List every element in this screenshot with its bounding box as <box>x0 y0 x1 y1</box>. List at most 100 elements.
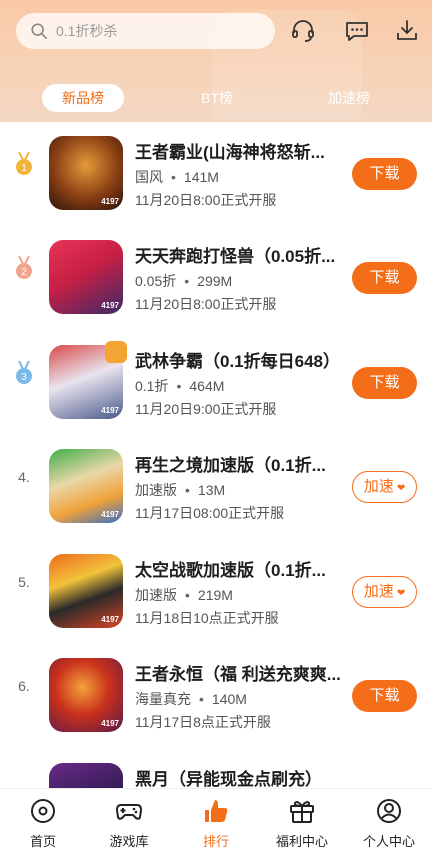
thumbnail-badge: 4197 <box>101 615 119 624</box>
download-button[interactable]: 下载 <box>352 680 417 712</box>
nav-welfare-center[interactable]: 福利中心 <box>259 797 345 855</box>
game-category: 海量真充 <box>135 691 191 707</box>
tab-new[interactable]: 新品榜 <box>42 84 124 112</box>
list-item[interactable]: 6. 4197 王者永恒（福 利送充爽爽... 海量真充 • 140M 11月17日… <box>0 644 432 748</box>
download-button[interactable]: 下载 <box>352 158 417 190</box>
game-title: 天天奔跑打怪兽（0.05折... <box>135 247 336 266</box>
game-meta: 0.1折 • 464M <box>135 378 225 394</box>
game-category: 0.1折 <box>135 378 169 394</box>
silver-medal-icon: 2 <box>16 256 32 279</box>
rank-number: 6. <box>18 678 30 694</box>
nav-ranking[interactable]: 排行 <box>173 797 259 855</box>
thumbnail-badge: 4197 <box>101 406 119 415</box>
svg-text:2: 2 <box>21 267 27 278</box>
svg-text:1: 1 <box>21 163 27 174</box>
bottom-navigation: 首页 游戏库 排行 福利中心 个人中心 <box>0 788 432 860</box>
game-size: 464M <box>189 378 225 394</box>
list-item[interactable]: 3 4197 武林争霸（0.1折每日648） 0.1折 • 464M 11月20日9… <box>0 331 432 435</box>
game-thumbnail: 4197 <box>49 341 127 419</box>
nav-label: 游戏库 <box>109 834 149 849</box>
message-button[interactable] <box>341 15 373 47</box>
rank-badge: 2 <box>14 256 34 280</box>
accelerate-label: 加速 <box>363 583 394 600</box>
game-launch-date: 11月20日9:00正式开服 <box>135 401 277 417</box>
nav-label: 个人中心 <box>362 834 415 849</box>
nav-home[interactable]: 首页 <box>0 797 86 855</box>
thumbnail-badge: 4197 <box>101 301 119 310</box>
game-meta: 0.05折 • 299M <box>135 273 233 289</box>
search-placeholder: 0.1折秒杀 <box>56 23 118 39</box>
game-size: 13M <box>197 482 226 498</box>
game-launch-date: 11月18日10点正式开服 <box>135 610 279 626</box>
nav-label: 首页 <box>29 834 56 849</box>
download-manager-button[interactable] <box>391 15 423 47</box>
headset-icon <box>292 20 314 42</box>
gold-medal-icon: 1 <box>16 152 32 175</box>
list-item[interactable]: 1 4197 王者霸业(山海神将怒斩... 国风 • 141M 11月20日8:00… <box>0 122 432 226</box>
download-button[interactable]: 下载 <box>352 262 417 294</box>
game-meta: 海量真充 • 140M <box>135 691 247 707</box>
game-meta: 加速版 • 219M <box>135 587 233 603</box>
home-icon <box>31 799 55 823</box>
customer-service-button[interactable] <box>287 15 319 47</box>
user-icon <box>377 799 401 823</box>
game-size: 141M <box>183 169 219 185</box>
rank-number: 4. <box>18 469 30 485</box>
thumbnail-badge: 4197 <box>101 719 119 728</box>
tab-speed[interactable]: 加速榜 <box>308 84 390 112</box>
nav-personal-center[interactable]: 个人中心 <box>346 797 432 855</box>
message-icon <box>346 22 368 41</box>
game-launch-date: 11月20日8:00正式开服 <box>135 296 277 312</box>
list-item[interactable]: 4. 4197 再生之境加速版（0.1折... 加速版 • 13M 11月17日08… <box>0 435 432 539</box>
game-title: 王者永恒（福 利送充爽爽... <box>135 665 341 684</box>
game-size: 140M <box>211 691 247 707</box>
header: 0.1折秒杀 新品榜 BT榜 加速榜 <box>0 0 432 122</box>
nav-label: 排行 <box>202 834 229 849</box>
search-input[interactable]: 0.1折秒杀 <box>16 13 275 49</box>
accelerate-button[interactable]: 加速 ❤ <box>352 471 417 503</box>
game-title: 王者霸业(山海神将怒斩... <box>135 143 325 162</box>
accelerate-label: 加速 <box>363 478 394 495</box>
game-category: 0.05折 <box>135 273 177 289</box>
game-size: 219M <box>197 587 233 603</box>
game-launch-date: 11月17日08:00正式开服 <box>135 505 285 521</box>
search-icon <box>31 23 48 40</box>
ranking-tabs: 新品榜 BT榜 加速榜 <box>0 84 432 114</box>
download-icon <box>397 20 417 40</box>
bronze-medal-icon: 3 <box>16 361 32 384</box>
thumbnail-badge: 4197 <box>101 510 119 519</box>
game-title: 黑月（异能现金点刷充） <box>135 770 322 788</box>
heart-icon: ❤ <box>396 483 406 494</box>
nav-game-library[interactable]: 游戏库 <box>86 797 172 855</box>
gift-badge-icon <box>105 341 127 363</box>
svg-text:3: 3 <box>21 372 27 383</box>
game-thumbnail: 4197 <box>49 658 123 732</box>
rank-badge: 1 <box>14 152 34 176</box>
game-category: 加速版 <box>135 587 177 603</box>
rank-number: 5. <box>18 574 30 590</box>
game-meta: 加速版 • 13M <box>135 482 226 498</box>
tab-bt[interactable]: BT榜 <box>176 84 258 112</box>
game-title: 再生之境加速版（0.1折... <box>135 456 326 475</box>
game-category: 加速版 <box>135 482 177 498</box>
game-title: 太空战歌加速版（0.1折... <box>135 561 326 580</box>
game-thumbnail: 4197 <box>49 554 123 628</box>
list-item[interactable]: 黑月（异能现金点刷充） <box>0 749 432 788</box>
game-thumbnail: 4197 <box>49 240 123 314</box>
game-meta: 国风 • 141M <box>135 169 219 185</box>
gift-icon <box>290 801 314 823</box>
thumbnail-badge: 4197 <box>101 197 119 206</box>
game-launch-date: 11月20日8:00正式开服 <box>135 192 277 208</box>
nav-label: 福利中心 <box>275 834 328 849</box>
game-category: 国风 <box>135 169 163 185</box>
list-item[interactable]: 2 4197 天天奔跑打怪兽（0.05折... 0.05折 • 299M 11月20… <box>0 226 432 330</box>
rank-badge: 3 <box>14 361 34 385</box>
download-button[interactable]: 下载 <box>352 367 417 399</box>
game-thumbnail <box>49 763 123 788</box>
accelerate-button[interactable]: 加速 ❤ <box>352 576 417 608</box>
list-item[interactable]: 5. 4197 太空战歌加速版（0.1折... 加速版 • 219M 11月18日1… <box>0 540 432 644</box>
game-thumbnail: 4197 <box>49 136 123 210</box>
gamepad-icon <box>116 804 142 820</box>
game-ranking-list: 1 4197 王者霸业(山海神将怒斩... 国风 • 141M 11月20日8:00… <box>0 122 432 788</box>
game-size: 299M <box>197 273 233 289</box>
